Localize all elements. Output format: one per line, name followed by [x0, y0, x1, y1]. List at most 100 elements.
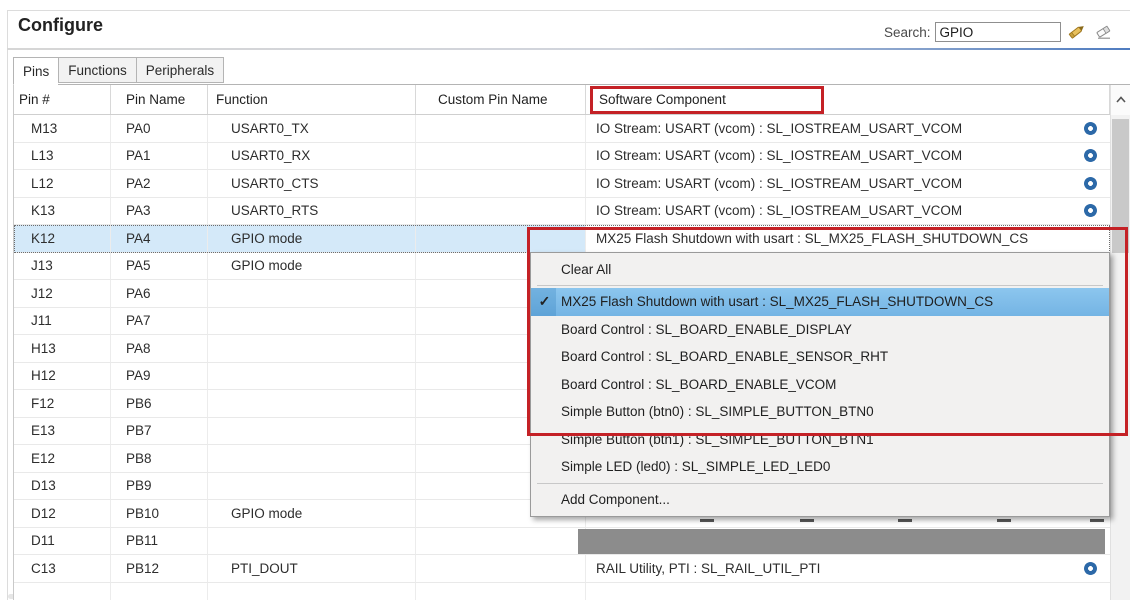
- cell-pin: J11: [14, 307, 111, 335]
- cell-pin: L12: [14, 170, 111, 198]
- tab-functions[interactable]: Functions: [58, 57, 136, 83]
- cell-function: GPIO mode: [208, 225, 416, 253]
- header-separator: [7, 48, 1130, 50]
- cell-pin: D12: [14, 500, 111, 528]
- cell-pin: L13: [14, 142, 111, 170]
- obscured-text-fragment: [1090, 519, 1104, 522]
- menu-item-board-control-sl-board-enable-vcom[interactable]: Board Control : SL_BOARD_ENABLE_VCOM: [531, 371, 1109, 399]
- software-component-text: MX25 Flash Shutdown with usart : SL_MX25…: [596, 230, 1029, 246]
- cell-pin: C13: [14, 555, 111, 583]
- cell-pin: J12: [14, 280, 111, 308]
- page-title: Configure: [18, 15, 103, 35]
- cell-function: [208, 362, 416, 390]
- search-area: Search:: [884, 20, 1115, 44]
- tab-bar: Pins Functions Peripherals: [13, 57, 225, 85]
- cell-software-component[interactable]: [578, 528, 1110, 555]
- cell-function: [208, 582, 416, 600]
- search-label: Search:: [884, 24, 931, 40]
- cell-pin: M13: [14, 115, 111, 143]
- cell-custom-pin-name: [416, 170, 586, 198]
- menu-item-simple-led-led0-sl-simple-led-led0[interactable]: Simple LED (led0) : SL_SIMPLE_LED_LED0: [531, 453, 1109, 481]
- cell-software-component[interactable]: IO Stream: USART (vcom) : SL_IOSTREAM_US…: [586, 170, 1110, 198]
- cell-pin: [14, 582, 111, 600]
- cell-function: USART0_TX: [208, 115, 416, 143]
- table-row-m13[interactable]: M13 PA0 USART0_TX IO Stream: USART (vcom) :…: [14, 115, 1110, 143]
- cell-function: USART0_RX: [208, 142, 416, 170]
- search-input[interactable]: [934, 22, 1061, 42]
- table-row-k12[interactable]: K12 PA4 GPIO mode MX25 Flash Shutdown with …: [14, 225, 1110, 253]
- eraser-icon[interactable]: [1093, 22, 1115, 42]
- software-component-text: IO Stream: USART (vcom) : SL_IOSTREAM_US…: [596, 175, 963, 191]
- cell-pin-name: PB12: [111, 555, 208, 583]
- cell-software-component[interactable]: IO Stream: USART (vcom) : SL_IOSTREAM_US…: [586, 143, 1110, 170]
- cell-pin: K12: [14, 225, 111, 253]
- cell-pin-name: PA0: [111, 115, 208, 143]
- software-component-text: IO Stream: USART (vcom) : SL_IOSTREAM_US…: [596, 120, 963, 136]
- cell-pin: J13: [14, 252, 111, 280]
- column-header-pin-[interactable]: Pin #: [14, 85, 111, 114]
- tab-pins[interactable]: Pins: [13, 57, 59, 85]
- column-header-software-component[interactable]: Software Component: [586, 85, 1110, 114]
- cell-software-component[interactable]: [586, 583, 1110, 600]
- cell-software-component[interactable]: IO Stream: USART (vcom) : SL_IOSTREAM_US…: [586, 115, 1110, 143]
- column-header-function[interactable]: Function: [208, 85, 416, 114]
- menu-item-simple-button-btn0-sl-simple-button-btn0[interactable]: Simple Button (btn0) : SL_SIMPLE_BUTTON_…: [531, 398, 1109, 426]
- table-row-l12[interactable]: L12 PA2 USART0_CTS IO Stream: USART (vcom) …: [14, 170, 1110, 198]
- marker-pen-icon[interactable]: [1066, 22, 1088, 42]
- cell-function: [208, 280, 416, 308]
- menu-item-clear-all[interactable]: Clear All: [531, 256, 1109, 284]
- menu-item-board-control-sl-board-enable-display[interactable]: Board Control : SL_BOARD_ENABLE_DISPLAY: [531, 316, 1109, 344]
- cell-function: [208, 472, 416, 500]
- cell-function: PTI_DOUT: [208, 555, 416, 583]
- menu-item-label: Clear All: [561, 261, 612, 277]
- cell-pin-name: PA3: [111, 197, 208, 225]
- cell-pin: D13: [14, 472, 111, 500]
- cell-function: [208, 307, 416, 335]
- table-row-c13[interactable]: C13 PB12 PTI_DOUT RAIL Utility, PTI : SL_RA…: [14, 555, 1110, 583]
- menu-item-label: Board Control : SL_BOARD_ENABLE_SENSOR_R…: [561, 349, 889, 365]
- column-header-custom-pin-name[interactable]: Custom Pin Name: [416, 85, 586, 114]
- cell-function: GPIO mode: [208, 252, 416, 280]
- cell-custom-pin-name: [416, 527, 586, 555]
- menu-item-label: Add Component...: [561, 491, 670, 507]
- cell-custom-pin-name: [416, 115, 586, 143]
- gear-icon[interactable]: [1084, 176, 1097, 190]
- gear-icon[interactable]: [1084, 149, 1097, 163]
- table-row-d11[interactable]: D11 PB11: [14, 527, 1110, 555]
- cell-pin-name: [111, 582, 208, 600]
- obscured-text-fragment: [700, 519, 714, 522]
- column-header-pin-name[interactable]: Pin Name: [111, 85, 208, 114]
- table-row[interactable]: [14, 582, 1110, 600]
- cell-software-component[interactable]: IO Stream: USART (vcom) : SL_IOSTREAM_US…: [586, 198, 1110, 225]
- cell-function: USART0_RTS: [208, 197, 416, 225]
- cell-function: [208, 335, 416, 363]
- menu-item-label: Simple Button (btn0) : SL_SIMPLE_BUTTON_…: [561, 404, 874, 420]
- software-component-text: IO Stream: USART (vcom) : SL_IOSTREAM_US…: [596, 148, 963, 164]
- gear-icon[interactable]: [1084, 561, 1097, 575]
- cell-software-component[interactable]: MX25 Flash Shutdown with usart : SL_MX25…: [586, 225, 1110, 253]
- cell-pin-name: PB7: [111, 417, 208, 445]
- cell-custom-pin-name: [416, 225, 586, 253]
- vertical-scrollbar[interactable]: [1110, 85, 1130, 600]
- cell-pin-name: PA9: [111, 362, 208, 390]
- cell-pin-name: PA2: [111, 170, 208, 198]
- cell-software-component[interactable]: RAIL Utility, PTI : SL_RAIL_UTIL_PTI: [586, 555, 1110, 583]
- table-header-row: Pin # Pin Name Function Custom Pin Name Soft…: [14, 85, 1110, 115]
- cell-custom-pin-name: [416, 142, 586, 170]
- scrollbar-thumb[interactable]: [1112, 119, 1129, 253]
- menu-item-add-component[interactable]: Add Component...: [531, 486, 1109, 514]
- tab-peripherals[interactable]: Peripherals: [135, 57, 225, 83]
- cell-function: USART0_CTS: [208, 170, 416, 198]
- menu-item-simple-button-btn1-sl-simple-button-btn1[interactable]: Simple Button (btn1) : SL_SIMPLE_BUTTON_…: [531, 426, 1109, 454]
- cell-pin: E13: [14, 417, 111, 445]
- cell-custom-pin-name: [416, 582, 586, 600]
- cell-pin-name: PA5: [111, 252, 208, 280]
- cell-pin-name: PB9: [111, 472, 208, 500]
- chevron-up-icon[interactable]: [1111, 85, 1130, 115]
- gear-icon[interactable]: [1084, 204, 1097, 218]
- menu-item-mx25-flash-shutdown-with-usart-sl-mx25-flash-shutdown-cs[interactable]: ✓ MX25 Flash Shutdown with usart : SL_MX2…: [531, 288, 1109, 316]
- table-row-k13[interactable]: K13 PA3 USART0_RTS IO Stream: USART (vcom) …: [14, 197, 1110, 225]
- table-row-l13[interactable]: L13 PA1 USART0_RX IO Stream: USART (vcom) :…: [14, 142, 1110, 170]
- menu-item-board-control-sl-board-enable-sensor-rht[interactable]: Board Control : SL_BOARD_ENABLE_SENSOR_R…: [531, 343, 1109, 371]
- gear-icon[interactable]: [1084, 121, 1097, 135]
